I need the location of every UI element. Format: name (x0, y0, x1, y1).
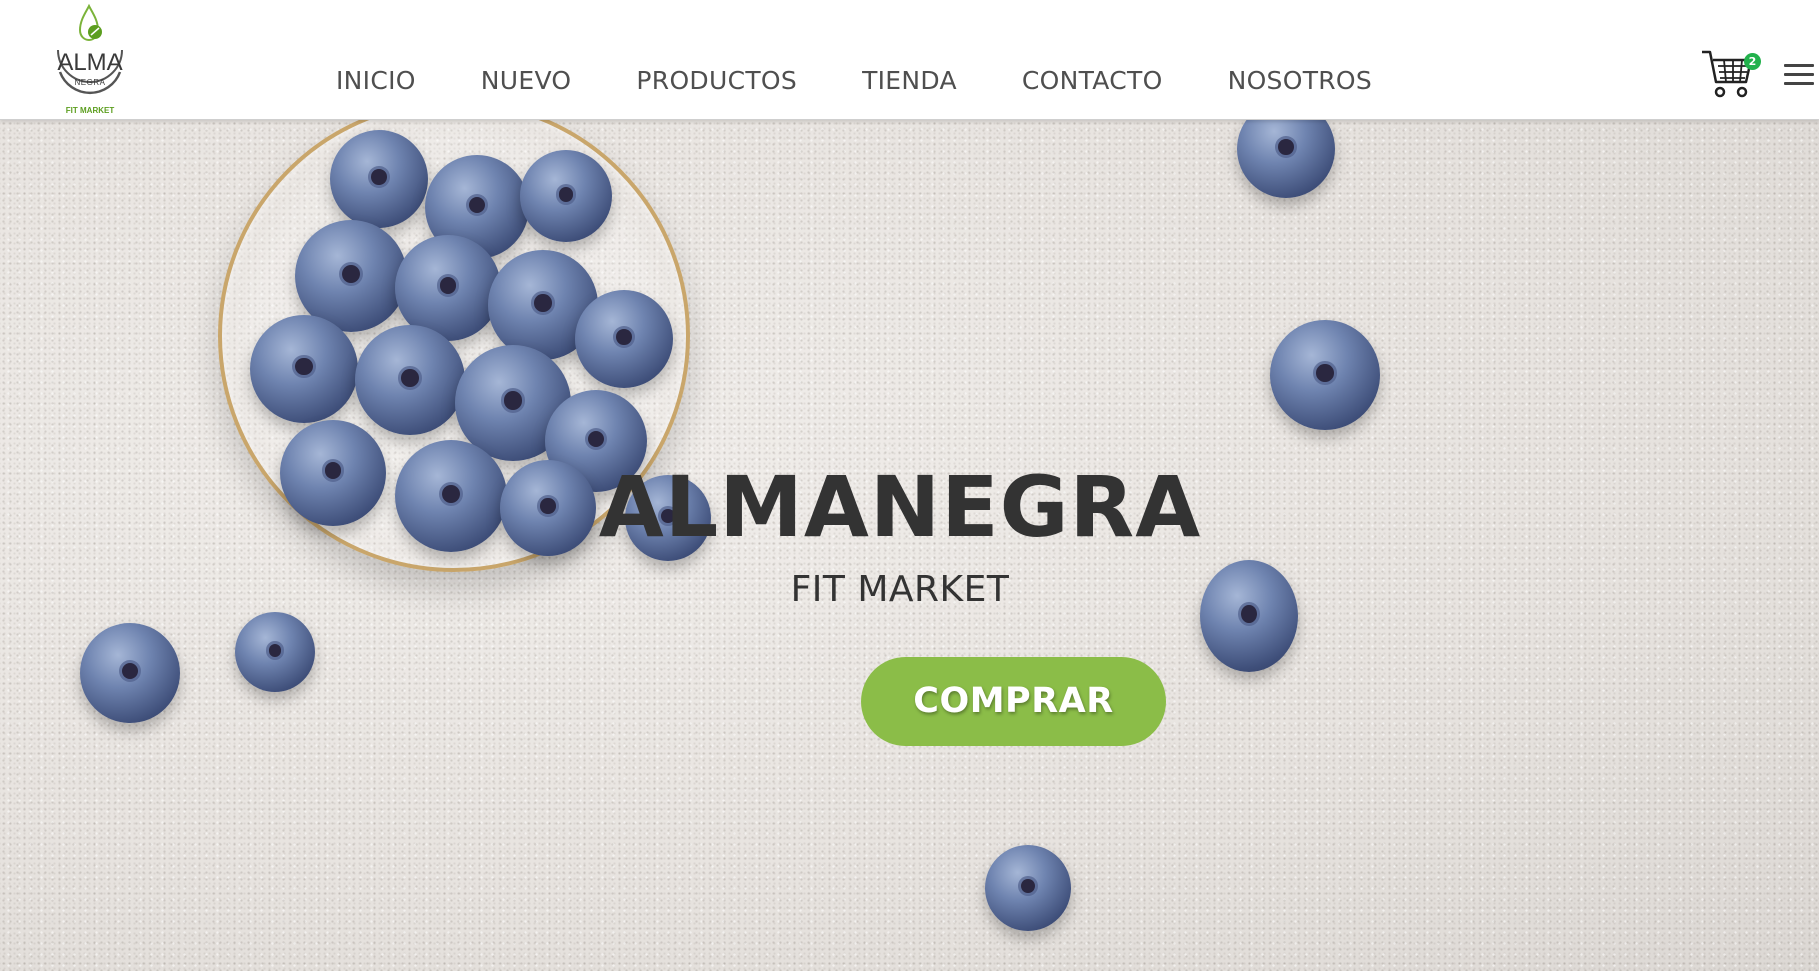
brand-logo[interactable]: ALMA NEGRA FIT MARKET (50, 2, 130, 118)
logo-wordmark: ALMA (57, 49, 123, 76)
blueberry-image (80, 623, 180, 723)
site-header: ALMA NEGRA FIT MARKET INICIO NUEVO PRODU… (0, 0, 1819, 120)
nav-item-nuevo[interactable]: NUEVO (481, 62, 572, 100)
hero-banner: ALMANEGRA FIT MARKET COMPRAR (0, 120, 1819, 971)
blueberry-image (575, 290, 673, 388)
blueberry-image (1270, 320, 1380, 430)
cart-button[interactable]: 2 (1700, 48, 1761, 100)
blueberry-image (985, 845, 1071, 931)
logo-subwordmark: NEGRA (74, 78, 106, 87)
cart-count-badge: 2 (1744, 53, 1761, 70)
blueberry-image (520, 150, 612, 242)
hero-subtitle: FIT MARKET (790, 569, 1010, 610)
blueberry-image (235, 612, 315, 692)
main-nav: INICIO NUEVO PRODUCTOS TIENDA CONTACTO N… (336, 62, 1372, 100)
logo-tagline: FIT MARKET (65, 106, 115, 115)
blueberry-image (250, 315, 358, 423)
nav-item-tienda[interactable]: TIENDA (862, 62, 957, 100)
nav-item-contacto[interactable]: CONTACTO (1022, 62, 1163, 100)
hero-title: ALMANEGRA (598, 458, 1202, 556)
blueberry-image (330, 130, 428, 228)
comprar-button[interactable]: COMPRAR (861, 657, 1166, 746)
blueberry-image (355, 325, 465, 435)
nav-item-inicio[interactable]: INICIO (336, 62, 416, 100)
hamburger-menu-icon[interactable] (1784, 64, 1814, 90)
nav-item-nosotros[interactable]: NOSOTROS (1228, 62, 1373, 100)
nav-item-productos[interactable]: PRODUCTOS (636, 62, 797, 100)
